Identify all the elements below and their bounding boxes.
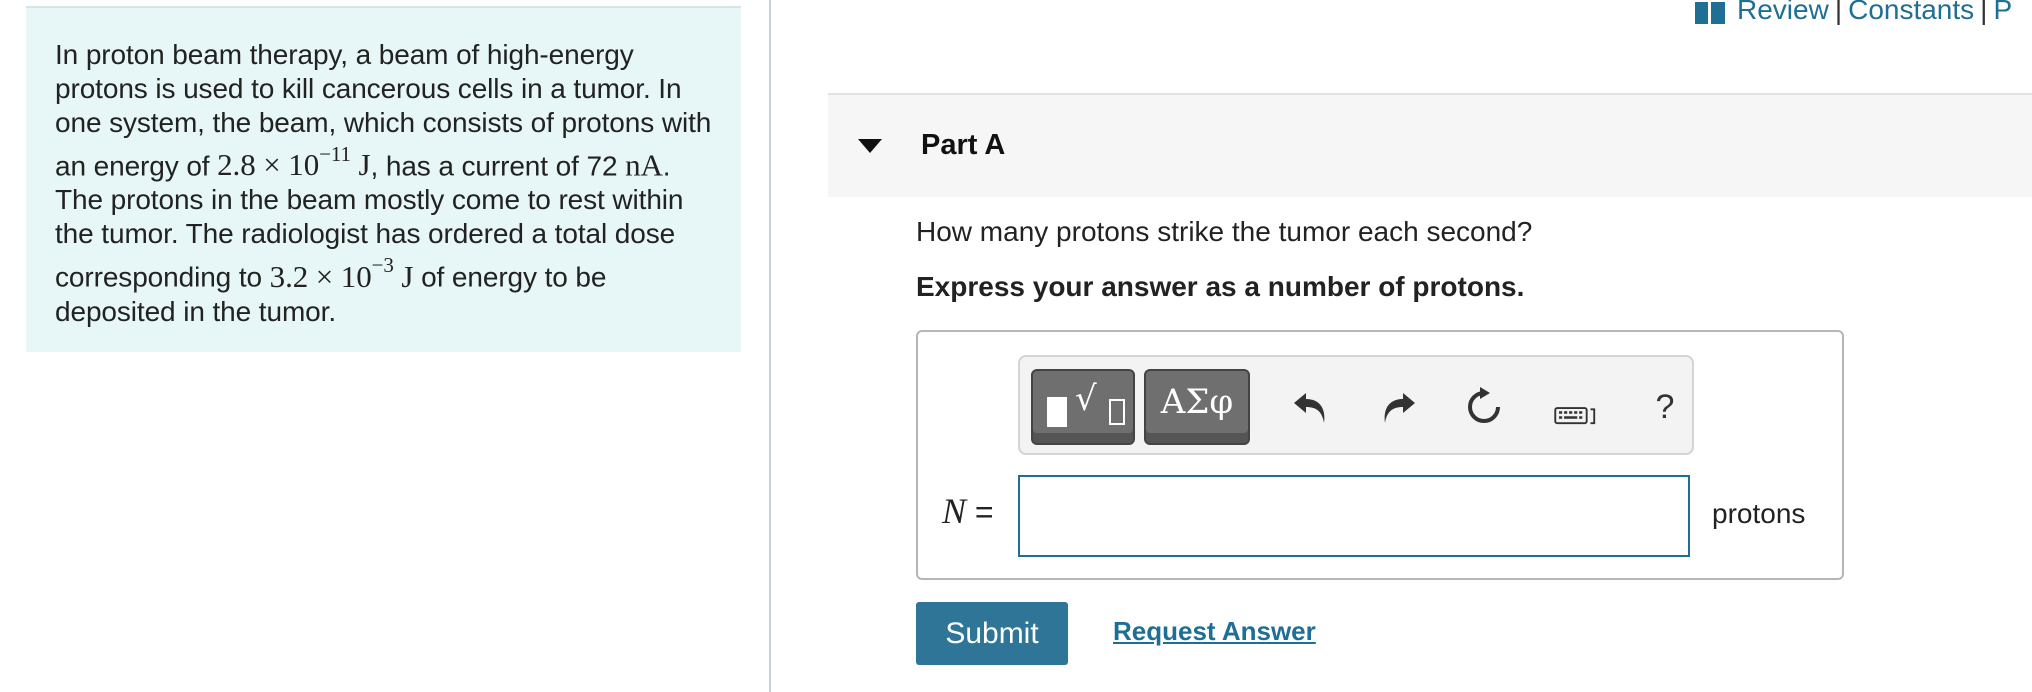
problem-column: In proton beam therapy, a beam of high-e… — [0, 0, 769, 692]
energy-value: 2.8 × 10−11 J — [217, 142, 371, 183]
book-icon — [1695, 0, 1725, 24]
help-icon[interactable]: ? — [1650, 385, 1680, 429]
constants-link[interactable]: Constants — [1848, 0, 1974, 26]
review-link[interactable]: Review — [1737, 0, 1829, 26]
problem-text-part: , has a current of 72 — [370, 150, 626, 182]
templates-button[interactable]: √ — [1031, 369, 1135, 445]
variable-label: N = — [942, 491, 994, 531]
column-divider — [769, 0, 771, 692]
sqrt-icon: √ — [1075, 379, 1097, 419]
part-title: Part A — [921, 129, 1006, 161]
answer-box: √ ΑΣφ ? N = protons — [916, 330, 1844, 580]
part-a-header[interactable]: Part A — [828, 93, 2032, 197]
templates-icon — [1047, 397, 1067, 427]
redo-icon[interactable] — [1375, 385, 1419, 429]
periodic-table-link[interactable]: P — [1993, 0, 2012, 26]
symbols-button[interactable]: ΑΣφ — [1144, 369, 1250, 445]
current-unit: nA — [625, 147, 663, 183]
submit-button[interactable]: Submit — [916, 602, 1068, 665]
problem-text: In proton beam therapy, a beam of high-e… — [55, 38, 713, 329]
math-toolbar: √ ΑΣφ ? — [1018, 355, 1694, 455]
dose-value: 3.2 × 10−3 J — [269, 253, 414, 294]
box-icon — [1109, 399, 1125, 425]
header-links: Review | Constants | P — [1695, 0, 2012, 26]
unit-label: protons — [1712, 498, 1806, 529]
link-separator: | — [1834, 0, 1843, 25]
undo-icon[interactable] — [1290, 385, 1334, 429]
question-text: How many protons strike the tumor each s… — [916, 216, 1533, 247]
caret-down-icon[interactable] — [858, 139, 882, 153]
request-answer-link[interactable]: Request Answer — [1113, 616, 1316, 647]
keyboard-icon[interactable] — [1554, 393, 1624, 427]
problem-statement: In proton beam therapy, a beam of high-e… — [26, 6, 741, 352]
reset-icon[interactable] — [1462, 385, 1506, 429]
instruction-text: Express your answer as a number of proto… — [916, 271, 1525, 302]
link-separator: | — [1980, 0, 1988, 25]
answer-input[interactable] — [1018, 475, 1690, 557]
